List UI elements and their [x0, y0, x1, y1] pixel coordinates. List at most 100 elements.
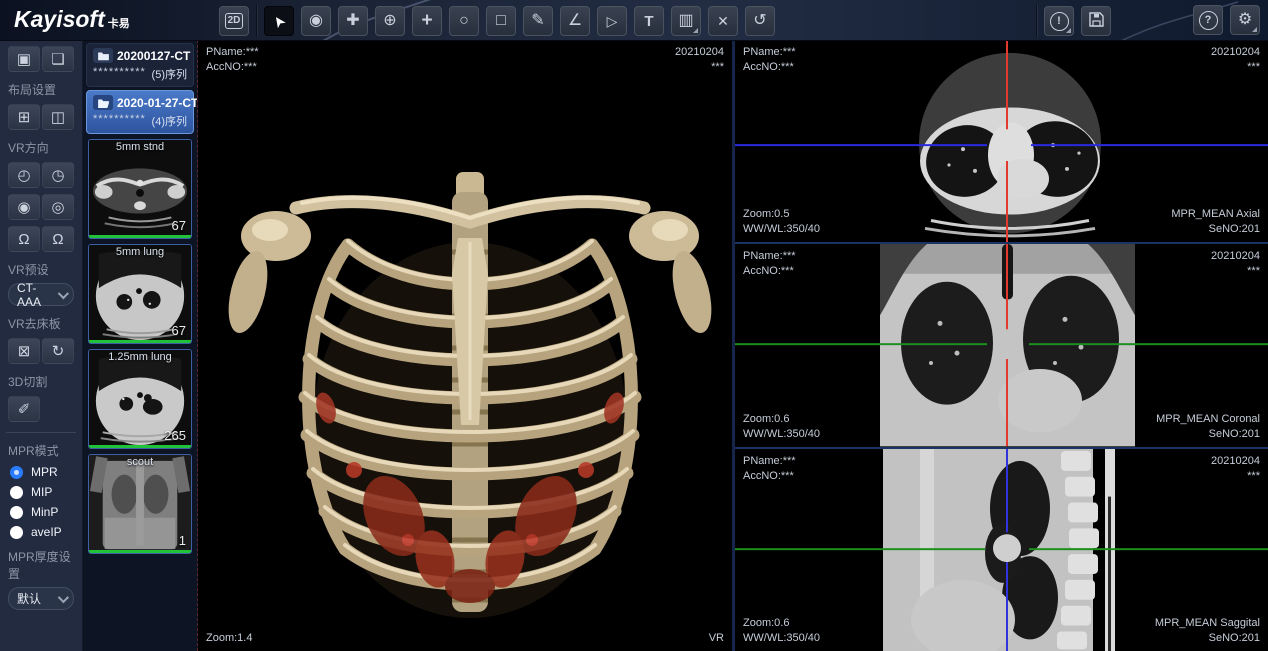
adjust-panel-button[interactable]: ▥: [671, 6, 701, 36]
mpr-thickness-label: MPR厚度设置: [0, 548, 82, 582]
view-2d-icon: 2D: [225, 13, 244, 29]
crosshair-button[interactable]: +: [412, 6, 442, 36]
overlay-mode-seno: MPR_MEAN Coronal SeNO:201: [1156, 412, 1260, 442]
series-panel: 20200127-CT ********** (5)序列 2020-01-27-…: [83, 40, 198, 651]
ellipse-roi-button[interactable]: ○: [449, 6, 479, 36]
vr-preset-select[interactable]: CT-AAA: [8, 283, 74, 306]
logo-cn-text: 卡易: [108, 15, 130, 31]
layout-single-button[interactable]: ▣: [8, 46, 40, 72]
radio-icon[interactable]: [10, 506, 23, 519]
vr-remove-bed-label: VR去床板: [0, 315, 82, 332]
mpr-mode-option-aveip[interactable]: aveIP: [0, 525, 82, 539]
thumbnail-image-count: 67: [172, 218, 186, 233]
vr-dir-inferior-button[interactable]: Ω: [42, 226, 74, 252]
overlay-patient-info: PName:*** AccNO:***: [743, 454, 796, 484]
pan-icon: ✚: [346, 13, 359, 29]
overlay-study-date: 20210204 ***: [1211, 454, 1260, 484]
series-thumbnail-stnd[interactable]: 5mm stnd 67: [88, 139, 192, 239]
settings-button[interactable]: ⚙: [1230, 5, 1260, 35]
zoom-tool-button[interactable]: ⊕: [375, 6, 405, 36]
left-sidebar: ▣ ❏ 布局设置 ⊞ ◫ VR方向 ◴ ◷ ◉ ◎ Ω Ω VR预设 CT-AA…: [0, 40, 83, 651]
mpr-mode-label: MPR模式: [0, 442, 82, 459]
rectangle-roi-button[interactable]: □: [486, 6, 516, 36]
layout-export-icon: ❏: [51, 52, 64, 67]
info-circle-icon: !: [1050, 12, 1069, 31]
help-button[interactable]: ?: [1193, 5, 1223, 35]
thumbnail-image-count: 67: [172, 323, 186, 338]
pan-button[interactable]: ✚: [338, 6, 368, 36]
layout-split-button[interactable]: ◫: [42, 104, 74, 130]
overlay-zoom: Zoom:1.4: [206, 631, 252, 646]
series-thumbnail-lung125[interactable]: 1.25mm lung 265: [88, 349, 192, 449]
layout-grid-buttons: ⊞ ◫: [0, 104, 82, 130]
text-annotation-button[interactable]: T: [634, 6, 664, 36]
cursor-tool-button[interactable]: ➤: [264, 6, 294, 36]
mode-text: MPR_MEAN Saggital: [1155, 616, 1260, 631]
reset-view-button[interactable]: ↺: [745, 6, 775, 36]
pencil-measure-button[interactable]: ✎: [523, 6, 553, 36]
polygon-roi-button[interactable]: ▷: [597, 6, 627, 36]
overlay-study-date: 20210204 ***: [1211, 249, 1260, 279]
accno-text: AccNO:***: [743, 469, 796, 484]
study-title: 20200127-CT: [117, 49, 190, 63]
remove-bed-button[interactable]: ⊠: [8, 338, 40, 364]
save-button[interactable]: [1081, 6, 1111, 36]
vr-dir-posterior-button[interactable]: ◷: [42, 162, 74, 188]
vr-dir-anterior-button[interactable]: ◴: [8, 162, 40, 188]
radio-icon[interactable]: [10, 486, 23, 499]
mpr-mode-option-mpr[interactable]: MPR: [0, 465, 82, 479]
overlay-study-date: 20210204 ***: [675, 45, 724, 75]
zoom-text: Zoom:0.6: [743, 616, 820, 631]
head-left-view-icon: ◉: [17, 200, 30, 215]
head-back-icon: Ω: [52, 232, 63, 247]
mpr-mode-option-minp[interactable]: MinP: [0, 505, 82, 519]
cut-3d-row: ✐: [0, 396, 82, 422]
toolbar-separator: [256, 5, 257, 37]
thumbnail-label: 1.25mm lung: [89, 351, 191, 363]
seno-text: SeNO:201: [1155, 631, 1260, 646]
overlay-zoom-ww: Zoom:0.6 WW/WL:350/40: [743, 616, 820, 646]
ellipse-icon: ○: [459, 13, 469, 29]
adjust-panel-icon: ▥: [678, 13, 693, 29]
series-thumbnail-lung5[interactable]: 5mm lung 67: [88, 244, 192, 344]
delete-annotation-button[interactable]: ✕: [708, 6, 738, 36]
vr-dir-left-button[interactable]: ◉: [8, 194, 40, 220]
layout-grid-button[interactable]: ⊞: [8, 104, 40, 130]
restore-bed-button[interactable]: ↻: [42, 338, 74, 364]
series-thumbnail-scout[interactable]: scout 1: [88, 454, 192, 554]
angle-measure-button[interactable]: ∠: [560, 6, 590, 36]
radio-icon[interactable]: [10, 526, 23, 539]
layout-export-button[interactable]: ❏: [42, 46, 74, 72]
thumbnail-label: scout: [89, 456, 191, 468]
mpr-mode-option-mip[interactable]: MIP: [0, 485, 82, 499]
series-count: (5)序列: [152, 66, 187, 82]
vr-dir-superior-button[interactable]: Ω: [8, 226, 40, 252]
vr-viewport[interactable]: PName:*** AccNO:*** 20210204 *** Zoom:1.…: [198, 40, 732, 651]
mpr-thickness-select[interactable]: 默认: [8, 587, 74, 610]
delete-x-icon: ✕: [717, 14, 729, 28]
thumbnail-label: 5mm stnd: [89, 141, 191, 153]
view-2d-button[interactable]: 2D: [219, 6, 249, 36]
vr-dir-right-button[interactable]: ◎: [42, 194, 74, 220]
layout-settings-label: 布局设置: [0, 81, 82, 98]
split-view-icon: ◫: [51, 110, 65, 125]
accno-text: AccNO:***: [743, 264, 796, 279]
head-rotate-left-icon: ◴: [17, 168, 30, 183]
load-progress-bar: [89, 550, 191, 553]
date-text: 20210204: [1211, 249, 1260, 264]
info-button[interactable]: !: [1044, 6, 1074, 36]
mpr-coronal-viewport[interactable]: PName:*** AccNO:*** 20210204 *** Zoom:0.…: [735, 244, 1268, 448]
study-item[interactable]: 20200127-CT ********** (5)序列: [86, 43, 194, 87]
overlay-patient-info: PName:*** AccNO:***: [743, 249, 796, 279]
vr-direction-row2: ◉ ◎: [0, 194, 82, 220]
pname-text: PName:***: [743, 249, 796, 264]
radio-selected-icon[interactable]: [10, 466, 23, 479]
window-level-button[interactable]: ◉: [301, 6, 331, 36]
study-item-selected[interactable]: 2020-01-27-CT ********** (4)序列: [86, 90, 194, 134]
window-level-icon: ◉: [309, 13, 323, 29]
mpr-sagittal-viewport[interactable]: PName:*** AccNO:*** 20210204 *** Zoom:0.…: [735, 449, 1268, 651]
vr-preset-value: CT-AAA: [17, 281, 58, 309]
chevron-down-icon: [58, 288, 69, 299]
mpr-axial-viewport[interactable]: PName:*** AccNO:*** 20210204 *** Zoom:0.…: [735, 40, 1268, 244]
scalpel-cut-button[interactable]: ✐: [8, 396, 40, 422]
